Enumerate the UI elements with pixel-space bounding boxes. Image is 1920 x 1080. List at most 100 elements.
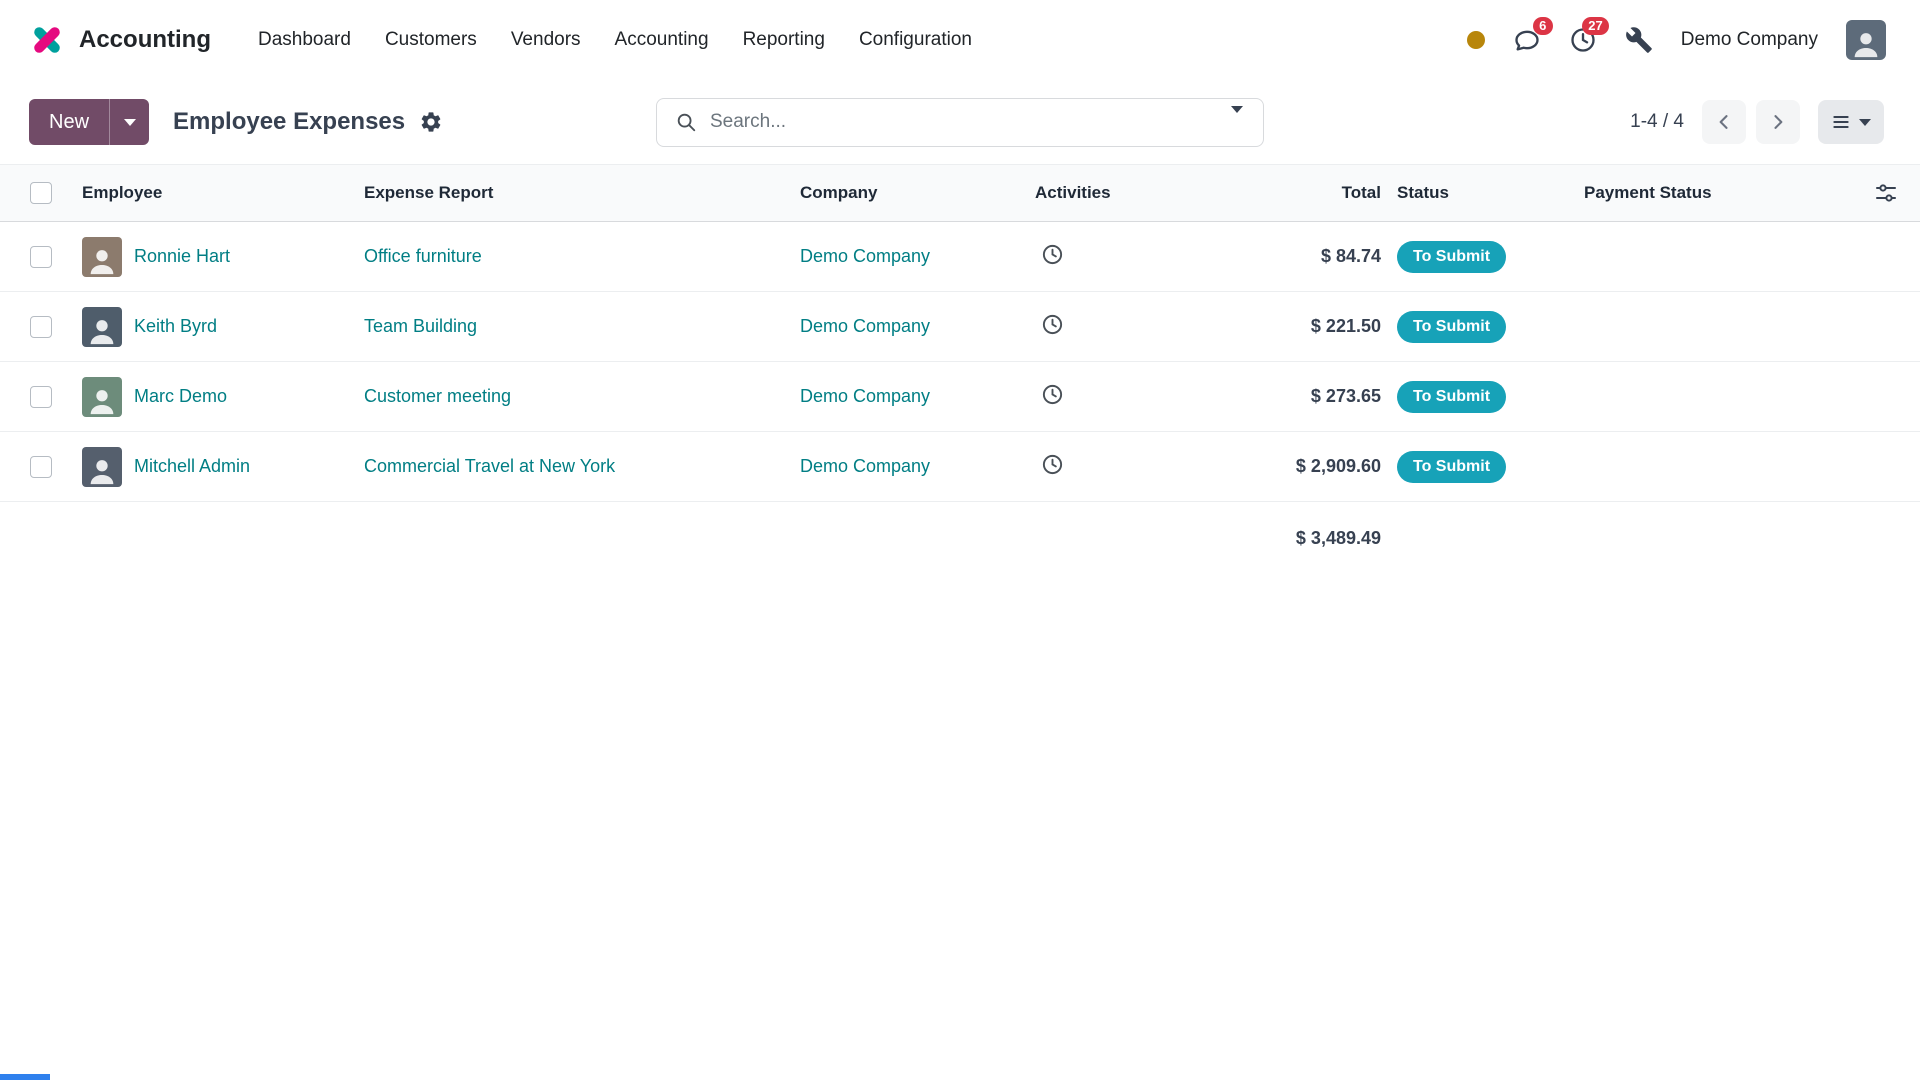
list-icon (1831, 112, 1851, 132)
clock-icon (1041, 243, 1064, 266)
schedule-activity-button[interactable] (1041, 243, 1064, 266)
search-icon (675, 111, 697, 133)
chevron-left-icon (1714, 112, 1734, 132)
odoo-logo[interactable] (29, 22, 65, 58)
person-icon (85, 313, 119, 347)
header-activities[interactable]: Activities (1009, 183, 1154, 203)
company-link[interactable]: Demo Company (800, 386, 930, 406)
table-row[interactable]: Keith Byrd Team Building Demo Company $ … (0, 292, 1920, 362)
schedule-activity-button[interactable] (1041, 453, 1064, 476)
page-title: Employee Expenses (173, 108, 405, 136)
chevron-down-icon (1231, 106, 1243, 130)
row-checkbox[interactable] (30, 456, 52, 478)
expense-report-link[interactable]: Commercial Travel at New York (364, 456, 615, 476)
gear-icon (419, 110, 443, 134)
clock-icon (1041, 383, 1064, 406)
header-company[interactable]: Company (774, 183, 1009, 203)
chevron-down-icon (124, 119, 136, 126)
header-total[interactable]: Total (1154, 183, 1389, 203)
clock-icon (1041, 453, 1064, 476)
status-badge: To Submit (1397, 451, 1506, 483)
header-expense-report[interactable]: Expense Report (338, 183, 774, 203)
company-link[interactable]: Demo Company (800, 246, 930, 266)
expense-report-link[interactable]: Team Building (364, 316, 477, 336)
total-amount: $ 2,909.60 (1154, 456, 1389, 477)
employee-link[interactable]: Marc Demo (134, 386, 227, 407)
menu-accounting[interactable]: Accounting (598, 0, 726, 80)
avatar (82, 447, 122, 487)
status-dot-icon[interactable] (1467, 31, 1485, 49)
activities-button[interactable]: 27 (1569, 26, 1597, 54)
employee-link[interactable]: Ronnie Hart (134, 246, 230, 267)
person-icon (1849, 26, 1883, 60)
table-row[interactable]: Marc Demo Customer meeting Demo Company … (0, 362, 1920, 432)
row-checkbox[interactable] (30, 316, 52, 338)
status-badge: To Submit (1397, 241, 1506, 273)
chevron-right-icon (1768, 112, 1788, 132)
new-dropdown-button[interactable] (109, 99, 149, 145)
person-icon (85, 453, 119, 487)
person-icon (85, 243, 119, 277)
avatar (82, 377, 122, 417)
header-employee[interactable]: Employee (56, 183, 338, 203)
wrench-icon (1625, 26, 1653, 54)
total-sum: $ 3,489.49 (1154, 528, 1389, 549)
search-input[interactable] (710, 111, 1216, 133)
optional-columns-button[interactable] (1874, 181, 1898, 205)
avatar (82, 307, 122, 347)
total-amount: $ 221.50 (1154, 316, 1389, 337)
schedule-activity-button[interactable] (1041, 383, 1064, 406)
schedule-activity-button[interactable] (1041, 313, 1064, 336)
employee-link[interactable]: Keith Byrd (134, 316, 217, 337)
pager-previous-button[interactable] (1702, 100, 1746, 144)
bottom-left-accent (0, 1074, 50, 1080)
row-checkbox[interactable] (30, 386, 52, 408)
totals-row: $ 3,489.49 (0, 502, 1920, 574)
table-row[interactable]: Mitchell Admin Commercial Travel at New … (0, 432, 1920, 502)
person-icon (85, 383, 119, 417)
table-header-row: Employee Expense Report Company Activiti… (0, 164, 1920, 222)
new-button[interactable]: New (29, 99, 109, 145)
search-dropdown-toggle[interactable] (1229, 107, 1245, 137)
header-payment-status[interactable]: Payment Status (1582, 183, 1852, 203)
employee-link[interactable]: Mitchell Admin (134, 456, 250, 477)
table-row[interactable]: Ronnie Hart Office furniture Demo Compan… (0, 222, 1920, 292)
header-status[interactable]: Status (1389, 183, 1582, 203)
menu-configuration[interactable]: Configuration (842, 0, 989, 80)
expense-report-link[interactable]: Customer meeting (364, 386, 511, 406)
pager-area: 1-4 / 4 (1630, 100, 1884, 144)
menu-reporting[interactable]: Reporting (726, 0, 842, 80)
systray: 6 27 Demo Company (1467, 20, 1886, 60)
expenses-list: Employee Expense Report Company Activiti… (0, 164, 1920, 574)
control-panel: New Employee Expenses 1-4 / 4 (0, 80, 1920, 164)
app-switcher[interactable]: Accounting (29, 22, 211, 58)
menu-customers[interactable]: Customers (368, 0, 494, 80)
new-button-group: New (29, 99, 149, 145)
main-menu: Dashboard Customers Vendors Accounting R… (241, 0, 989, 80)
avatar (82, 237, 122, 277)
pager-next-button[interactable] (1756, 100, 1800, 144)
app-name[interactable]: Accounting (79, 26, 211, 54)
total-amount: $ 273.65 (1154, 386, 1389, 407)
user-avatar[interactable] (1846, 20, 1886, 60)
menu-vendors[interactable]: Vendors (494, 0, 598, 80)
select-all-checkbox[interactable] (30, 182, 52, 204)
status-badge: To Submit (1397, 381, 1506, 413)
status-badge: To Submit (1397, 311, 1506, 343)
messages-button[interactable]: 6 (1513, 26, 1541, 54)
company-link[interactable]: Demo Company (800, 316, 930, 336)
menu-dashboard[interactable]: Dashboard (241, 0, 368, 80)
activities-badge: 27 (1582, 17, 1608, 35)
view-actions-button[interactable] (419, 110, 443, 134)
debug-tools-button[interactable] (1625, 26, 1653, 54)
pager-value[interactable]: 1-4 / 4 (1630, 111, 1684, 133)
view-switcher-button[interactable] (1818, 100, 1884, 144)
clock-icon (1041, 313, 1064, 336)
row-checkbox[interactable] (30, 246, 52, 268)
messages-badge: 6 (1533, 17, 1553, 35)
company-link[interactable]: Demo Company (800, 456, 930, 476)
expense-report-link[interactable]: Office furniture (364, 246, 482, 266)
chevron-down-icon (1859, 119, 1871, 126)
company-selector[interactable]: Demo Company (1681, 29, 1818, 51)
top-navbar: Accounting Dashboard Customers Vendors A… (0, 0, 1920, 80)
